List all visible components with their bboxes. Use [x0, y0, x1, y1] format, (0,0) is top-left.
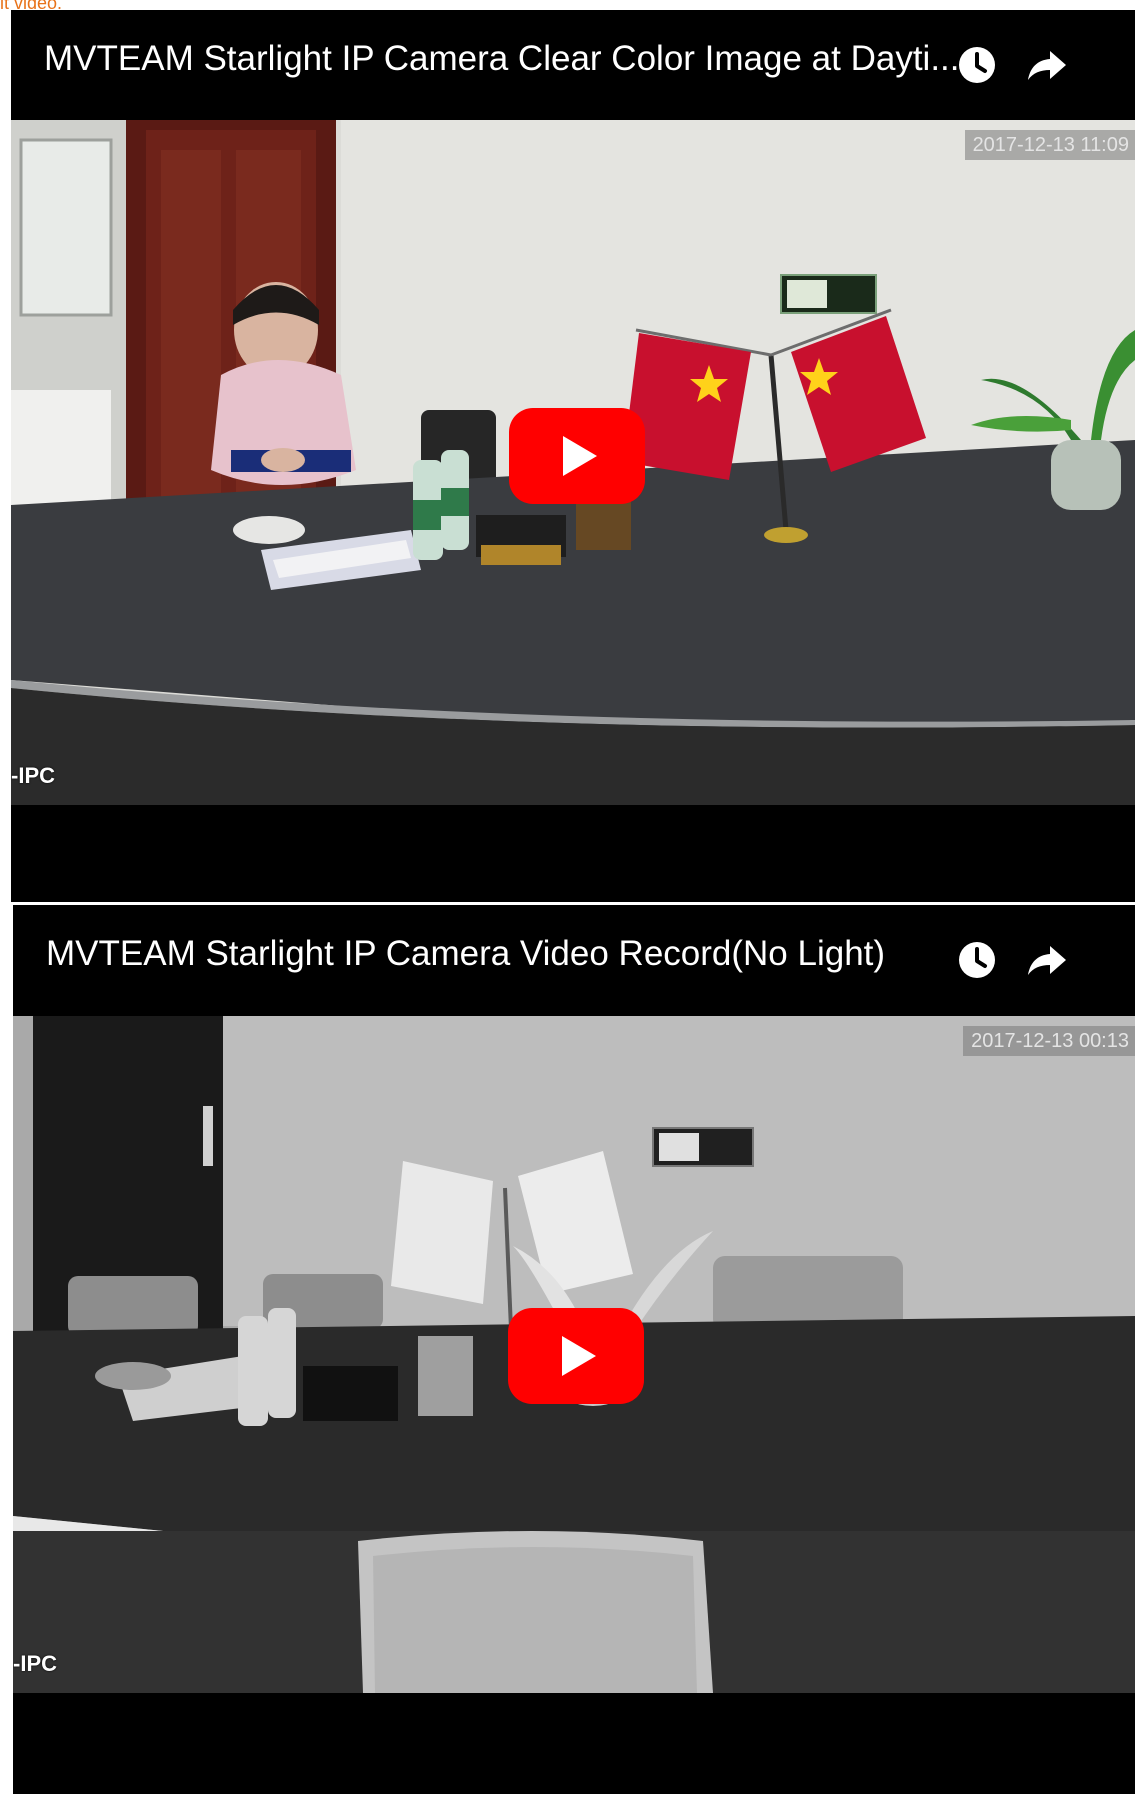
share-button[interactable] [1024, 937, 1070, 983]
clock-icon [959, 47, 995, 83]
video-title[interactable]: MVTEAM Starlight IP Camera Clear Color I… [44, 37, 984, 81]
play-icon [509, 408, 645, 504]
play-icon [508, 1308, 644, 1404]
video-title-bar: MVTEAM Starlight IP Camera Video Record(… [13, 905, 1135, 1015]
video-embed-night[interactable]: MVTEAM Starlight IP Camera Video Record(… [13, 905, 1135, 1794]
video-embed-daytime[interactable]: MVTEAM Starlight IP Camera Clear Color I… [11, 10, 1135, 902]
camera-label: -IPC [13, 1651, 57, 1676]
video-timestamp: 2017-12-13 11:09 [964, 130, 1135, 160]
play-button[interactable] [508, 1308, 644, 1404]
clock-icon [959, 942, 995, 978]
video-title-bar: MVTEAM Starlight IP Camera Clear Color I… [11, 10, 1135, 120]
video-timestamp: 2017-12-13 00:13 [963, 1026, 1135, 1056]
share-icon [1028, 51, 1066, 80]
play-button[interactable] [509, 408, 645, 504]
camera-label: -IPC [11, 763, 55, 788]
watch-later-button[interactable] [954, 42, 1000, 88]
watch-later-button[interactable] [954, 937, 1000, 983]
share-button[interactable] [1024, 42, 1070, 88]
video-title[interactable]: MVTEAM Starlight IP Camera Video Record(… [46, 932, 986, 976]
share-icon [1028, 946, 1066, 975]
